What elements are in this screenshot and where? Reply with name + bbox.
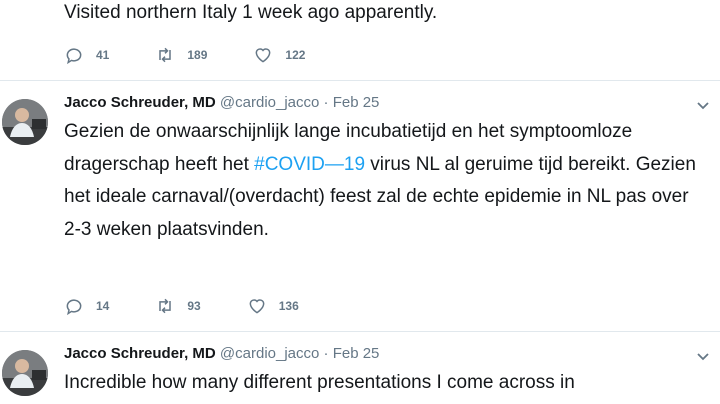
tweet-text: Gezien de onwaarschijnlijk lange incubat… (64, 116, 704, 246)
chevron-down-icon[interactable] (695, 348, 711, 364)
like-count: 122 (285, 48, 306, 62)
author-handle[interactable]: @cardio_jacco (220, 345, 319, 362)
tweet-text: Incredible how many different presentati… (64, 372, 575, 393)
reply-count: 14 (96, 299, 110, 313)
tweet-date[interactable]: Feb 25 (333, 94, 380, 111)
retweet-icon (159, 298, 172, 314)
avatar[interactable] (2, 350, 48, 396)
separator: · (323, 345, 329, 362)
retweet-count: 189 (187, 48, 208, 62)
reply-button[interactable]: 41 (64, 45, 109, 65)
tweet[interactable]: Jacco Schreuder, MD @cardio_jacco · Feb … (0, 81, 720, 331)
tweet-actions: 41 189 122 (64, 43, 351, 67)
author-handle[interactable]: @cardio_jacco (220, 94, 319, 111)
chevron-down-icon[interactable] (695, 97, 711, 113)
separator: · (323, 94, 329, 111)
heart-icon (255, 48, 271, 63)
tweet[interactable]: Jacco Schreuder, MD @cardio_jacco · Feb … (0, 332, 720, 404)
tweet-actions: 14 93 136 (64, 294, 345, 318)
retweet-icon (159, 47, 172, 63)
author-name[interactable]: Jacco Schreuder, MD (64, 345, 216, 362)
tweet-previous[interactable]: Visited northern Italy 1 week ago appare… (0, 0, 720, 80)
retweet-count: 93 (187, 299, 201, 313)
reply-button[interactable]: 14 (64, 296, 109, 316)
retweet-button[interactable]: 93 (155, 296, 201, 316)
tweet-text: Visited northern Italy 1 week ago appare… (64, 2, 438, 23)
author-name[interactable]: Jacco Schreuder, MD (64, 94, 216, 111)
like-button[interactable]: 122 (253, 45, 305, 65)
reply-count: 41 (96, 48, 110, 62)
like-button[interactable]: 136 (247, 296, 299, 316)
hashtag-link[interactable]: #COVID—19 (254, 154, 365, 175)
like-count: 136 (278, 299, 299, 313)
tweet-header: Jacco Schreuder, MD @cardio_jacco · Feb … (64, 94, 379, 111)
retweet-button[interactable]: 189 (155, 45, 207, 65)
tweet-date[interactable]: Feb 25 (333, 345, 380, 362)
reply-icon (66, 299, 82, 316)
avatar[interactable] (2, 99, 48, 145)
heart-icon (249, 299, 265, 314)
tweet-header: Jacco Schreuder, MD @cardio_jacco · Feb … (64, 345, 379, 362)
reply-icon (66, 48, 82, 65)
